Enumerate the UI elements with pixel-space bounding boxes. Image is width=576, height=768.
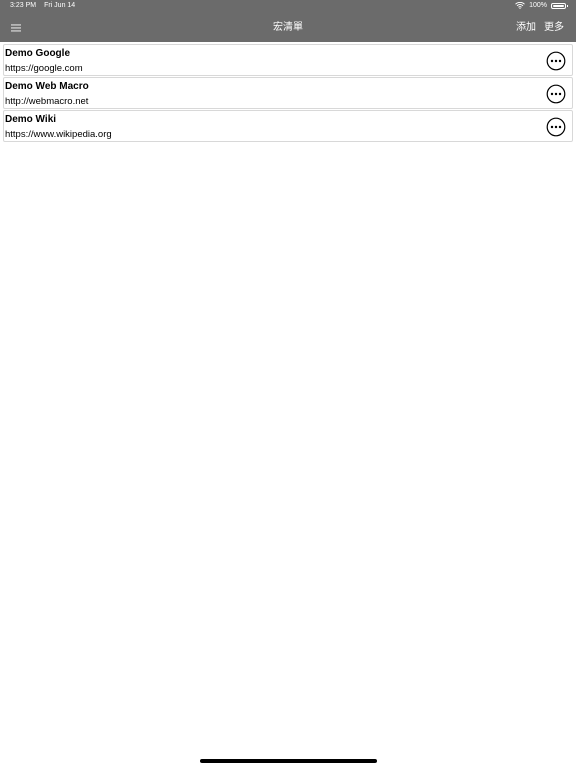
macro-list-item[interactable]: Demo Wiki https://www.wikipedia.org <box>3 110 573 142</box>
status-time: 3:23 PM <box>10 2 37 9</box>
wifi-icon <box>515 2 525 9</box>
hamburger-icon <box>11 24 21 32</box>
add-button[interactable]: 添加 <box>516 20 536 36</box>
macro-url: https://google.com <box>5 63 83 74</box>
hamburger-menu-button[interactable] <box>8 20 24 36</box>
ellipsis-circle-icon[interactable] <box>546 117 566 137</box>
ellipsis-circle-icon[interactable] <box>546 84 566 104</box>
status-date: Fri Jun 14 <box>44 2 76 9</box>
navigation-bar: 3:23 PM Fri Jun 14 100% 宏清單 添加 更多 <box>0 0 576 42</box>
page-title: 宏清單 <box>273 22 303 33</box>
nav-actions: 添加 更多 <box>516 20 564 36</box>
macro-list-item[interactable]: Demo Web Macro http://webmacro.net <box>3 77 573 109</box>
more-button[interactable]: 更多 <box>544 20 564 36</box>
macro-list-item[interactable]: Demo Google https://google.com <box>3 44 573 76</box>
home-indicator[interactable] <box>200 759 377 763</box>
macro-list: Demo Google https://google.com Demo Web … <box>3 44 573 143</box>
macro-title: Demo Web Macro <box>5 81 89 92</box>
macro-url: http://webmacro.net <box>5 96 89 107</box>
screen: 3:23 PM Fri Jun 14 100% 宏清單 添加 更多 Demo G… <box>0 0 576 768</box>
battery-percentage: 100% <box>529 2 547 9</box>
macro-title: Demo Google <box>5 48 71 59</box>
battery-icon <box>551 2 568 9</box>
status-bar-left: 3:23 PM Fri Jun 14 <box>10 2 75 9</box>
ellipsis-circle-icon[interactable] <box>546 51 566 71</box>
macro-url: https://www.wikipedia.org <box>5 129 112 140</box>
macro-title: Demo Wiki <box>5 114 57 125</box>
status-bar-right: 100% <box>515 2 568 9</box>
